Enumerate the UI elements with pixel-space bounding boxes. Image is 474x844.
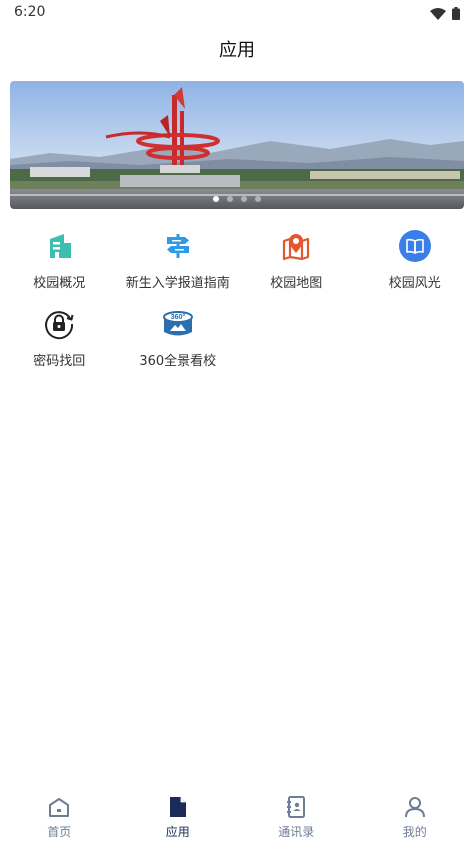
lock-reset-icon	[41, 306, 77, 342]
nav-item-profile[interactable]: 我的	[356, 786, 474, 844]
app-label: 360全景看校	[139, 354, 217, 369]
app-label: 新生入学报道指南	[125, 276, 230, 291]
app-label: 校园风光	[388, 276, 441, 291]
svg-text:360°: 360°	[171, 313, 186, 321]
contacts-icon	[283, 794, 309, 820]
app-campus-scenery[interactable]: 校园风光	[356, 228, 474, 294]
app-campus-map[interactable]: 校园地图	[237, 228, 356, 294]
nav-label: 我的	[402, 825, 427, 839]
status-icons	[430, 5, 460, 24]
page-title: 应用	[219, 40, 255, 61]
status-time: 6:20	[14, 4, 46, 20]
map-pin-icon	[278, 228, 314, 264]
building-icon	[41, 228, 77, 264]
carousel-dot[interactable]	[227, 196, 233, 202]
panorama-360-icon: 360°	[160, 306, 196, 342]
battery-icon	[452, 5, 460, 24]
nav-label: 首页	[47, 825, 72, 839]
wifi-icon	[430, 5, 446, 24]
nav-item-apps[interactable]: 应用	[119, 786, 238, 844]
banner-carousel[interactable]	[10, 81, 464, 209]
app-label: 校园概况	[33, 276, 86, 291]
nav-item-home[interactable]: 首页	[0, 786, 119, 844]
app-label: 校园地图	[270, 276, 323, 291]
app-panorama-360[interactable]: 360° 360全景看校	[119, 306, 238, 372]
app-campus-overview[interactable]: 校园概况	[0, 228, 119, 294]
book-icon	[397, 228, 433, 264]
carousel-dot[interactable]	[255, 196, 261, 202]
signpost-icon	[160, 228, 196, 264]
nav-label: 通讯录	[278, 825, 315, 839]
bottom-nav: 首页 应用 通讯录 我的	[0, 786, 474, 844]
carousel-dot[interactable]	[213, 196, 219, 202]
app-label: 密码找回	[33, 354, 86, 369]
nav-label: 应用	[165, 825, 190, 839]
nav-item-contacts[interactable]: 通讯录	[237, 786, 356, 844]
carousel-dot[interactable]	[241, 196, 247, 202]
home-icon	[46, 794, 72, 820]
profile-icon	[402, 794, 428, 820]
document-icon	[165, 794, 191, 820]
carousel-indicator	[10, 196, 464, 202]
campus-photo	[10, 81, 464, 209]
app-password-recovery[interactable]: 密码找回	[0, 306, 119, 372]
app-freshman-guide[interactable]: 新生入学报道指南	[119, 228, 238, 294]
status-bar: 6:20	[0, 0, 474, 24]
app-grid: 校园概况 新生入学报道指南 校园地图 校园风光 密码找回 360° 360全景看…	[0, 228, 474, 372]
